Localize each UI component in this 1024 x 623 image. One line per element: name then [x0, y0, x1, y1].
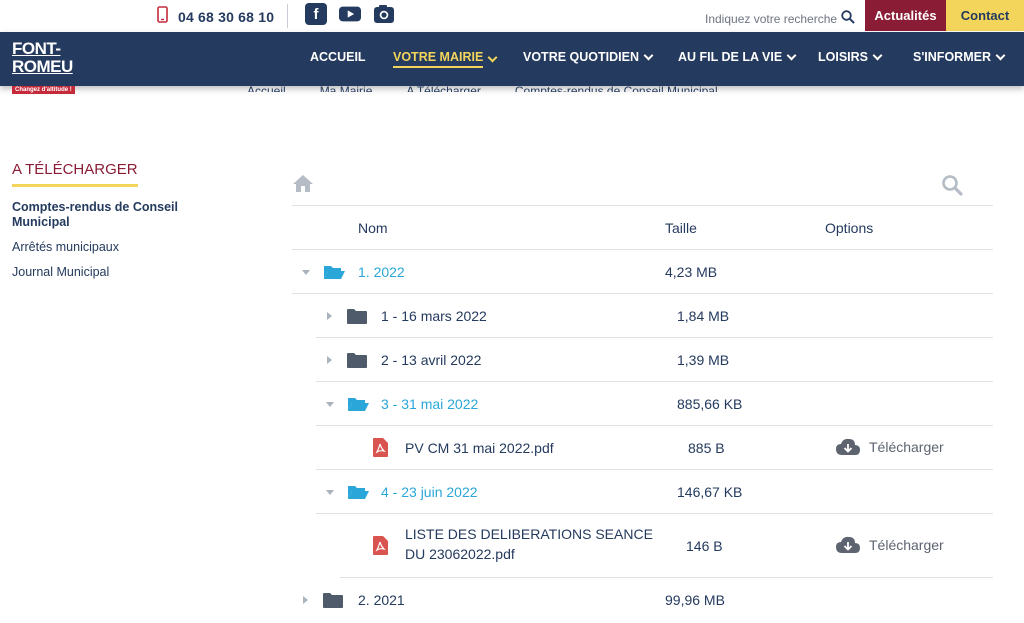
table-row[interactable]: LISTE DES DELIBERATIONS SEANCE DU 230620…: [340, 514, 993, 578]
row-name[interactable]: 3 - 31 mai 2022: [381, 394, 478, 414]
instagram-icon[interactable]: [373, 3, 395, 25]
contact-button[interactable]: Contact: [946, 0, 1024, 31]
sidebar-title: A TÉLÉCHARGER: [12, 161, 138, 187]
chevron-down-icon: [487, 52, 498, 62]
folder-icon: [323, 592, 343, 611]
row-size: 4,23 MB: [665, 264, 718, 280]
chevron-down-icon: [786, 50, 797, 60]
search-icon[interactable]: [941, 174, 963, 200]
column-header-name[interactable]: Nom: [358, 220, 388, 236]
phone-number: 04 68 30 68 10: [178, 8, 275, 25]
table-row[interactable]: 3 - 31 mai 2022 885,66 KB: [316, 382, 993, 426]
row-size: 885 B: [688, 440, 725, 456]
facebook-icon[interactable]: f: [305, 3, 327, 25]
caret-right-icon[interactable]: [327, 312, 332, 320]
logo-tagline: Changez d'altitude !: [12, 86, 75, 94]
breadcrumb-item[interactable]: Accueil: [247, 84, 286, 92]
nav-s-informer[interactable]: S'INFORMER: [913, 50, 1006, 64]
top-bar: 04 68 30 68 10 f Indiquez votre recherch…: [0, 0, 1024, 32]
phone-icon: [157, 6, 168, 27]
search-input[interactable]: Indiquez votre recherche: [705, 12, 837, 26]
breadcrumb-item[interactable]: Ma Mairie: [320, 84, 373, 92]
sidebar-item-journal[interactable]: Journal Municipal: [12, 265, 212, 280]
row-name[interactable]: 1 - 16 mars 2022: [381, 306, 487, 326]
table-header: Nom Taille Options: [292, 206, 993, 250]
download-label: Télécharger: [869, 439, 944, 455]
caret-right-icon[interactable]: [303, 596, 308, 604]
row-name[interactable]: PV CM 31 mai 2022.pdf: [405, 438, 554, 458]
folder-icon: [347, 308, 367, 327]
caret-down-icon[interactable]: [302, 270, 310, 275]
sidebar-links: Comptes-rendus de Conseil Municipal Arrê…: [12, 200, 212, 290]
folder-icon: [347, 352, 367, 371]
row-name[interactable]: 2. 2021: [358, 590, 405, 610]
main-nav: FONT-ROMEU Changez d'altitude ! ACCUEIL …: [0, 32, 1024, 94]
pdf-icon: [373, 536, 388, 558]
row-name[interactable]: LISTE DES DELIBERATIONS SEANCE DU 230620…: [405, 524, 670, 564]
chevron-down-icon: [995, 50, 1006, 60]
logo[interactable]: FONT-ROMEU Changez d'altitude !: [12, 40, 98, 94]
actualites-button[interactable]: Actualités: [865, 0, 946, 31]
column-header-options: Options: [825, 220, 874, 236]
subtree-2022: 1 - 16 mars 2022 1,84 MB 2 - 13 avril 20…: [316, 294, 993, 578]
column-header-size[interactable]: Taille: [665, 220, 697, 236]
home-icon[interactable]: [292, 174, 314, 197]
table-row[interactable]: 1 - 16 mars 2022 1,84 MB: [316, 294, 993, 338]
breadcrumb-current: Comptes-rendus de Conseil Municipal: [514, 84, 718, 92]
download-button[interactable]: Télécharger: [836, 438, 944, 456]
download-button[interactable]: Télécharger: [836, 536, 944, 554]
nav-accueil[interactable]: ACCUEIL: [310, 50, 366, 64]
caret-down-icon[interactable]: [326, 490, 334, 495]
top-search[interactable]: Indiquez votre recherche: [705, 9, 855, 28]
folder-open-icon: [347, 484, 369, 503]
search-icon[interactable]: [841, 9, 855, 28]
caret-down-icon[interactable]: [326, 402, 334, 407]
row-size: 146,67 KB: [677, 484, 743, 500]
row-name[interactable]: 1. 2022: [358, 262, 405, 282]
sidebar-item-comptes-rendus[interactable]: Comptes-rendus de Conseil Municipal: [12, 200, 212, 230]
divider: [287, 4, 288, 28]
table-row[interactable]: 1. 2022 4,23 MB: [292, 250, 993, 294]
row-size: 99,96 MB: [665, 592, 725, 608]
nav-label: S'INFORMER: [913, 50, 991, 64]
file-toolbar: [292, 170, 993, 206]
nav-label: ACCUEIL: [310, 50, 366, 64]
folder-open-icon: [347, 396, 369, 415]
breadcrumb-item[interactable]: A Télécharger: [406, 84, 481, 92]
row-name[interactable]: 2 - 13 avril 2022: [381, 350, 481, 370]
sidebar-item-arretes[interactable]: Arrêtés municipaux: [12, 240, 212, 255]
row-name[interactable]: 4 - 23 juin 2022: [381, 482, 478, 502]
caret-right-icon[interactable]: [327, 356, 332, 364]
youtube-icon[interactable]: [339, 3, 361, 25]
breadcrumb: Accueil Ma Mairie A Télécharger Comptes-ren…: [247, 84, 752, 92]
pdf-icon: [373, 438, 388, 460]
row-size: 1,39 MB: [677, 352, 730, 368]
nav-votre-quotidien[interactable]: VOTRE QUOTIDIEN: [523, 50, 654, 64]
logo-text: FONT-ROMEU: [12, 39, 73, 76]
phone-link[interactable]: 04 68 30 68 10: [157, 6, 274, 27]
nav-au-fil-de-la-vie[interactable]: AU FIL DE LA VIE: [678, 50, 797, 64]
download-label: Télécharger: [869, 537, 944, 553]
table-row[interactable]: 2. 2021 99,96 MB: [292, 578, 993, 622]
social-links: f: [305, 3, 395, 25]
table-row[interactable]: PV CM 31 mai 2022.pdf 885 B Télécharger: [316, 426, 993, 470]
nav-label: VOTRE MAIRIE: [393, 50, 484, 68]
row-size: 885,66 KB: [677, 396, 743, 412]
table-row[interactable]: 4 - 23 juin 2022 146,67 KB: [316, 470, 993, 514]
nav-label: VOTRE QUOTIDIEN: [523, 50, 639, 64]
nav-votre-mairie[interactable]: VOTRE MAIRIE: [393, 50, 498, 68]
subtree-juin: LISTE DES DELIBERATIONS SEANCE DU 230620…: [340, 514, 993, 578]
nav-loisirs[interactable]: LOISIRS: [818, 50, 883, 64]
chevron-down-icon: [643, 50, 654, 60]
nav-label: LOISIRS: [818, 50, 869, 64]
file-manager: Nom Taille Options 1. 2022 4,23 MB 1 - 1…: [292, 170, 993, 622]
nav-label: AU FIL DE LA VIE: [678, 50, 783, 64]
row-size: 146 B: [686, 538, 723, 554]
chevron-down-icon: [872, 50, 883, 60]
table-row[interactable]: 2 - 13 avril 2022 1,39 MB: [316, 338, 993, 382]
folder-open-icon: [323, 264, 345, 283]
row-size: 1,84 MB: [677, 308, 730, 324]
